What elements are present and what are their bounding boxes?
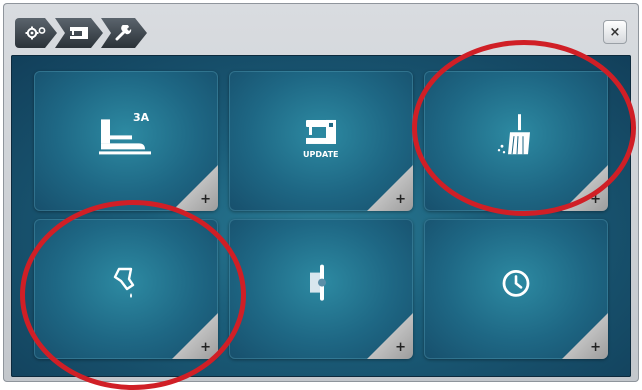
presser-foot-label: 3A (133, 111, 150, 124)
breadcrumb (15, 18, 145, 48)
tile-corner (367, 165, 413, 211)
machine-update-icon (304, 118, 338, 150)
presser-foot-icon (91, 113, 161, 159)
title-bar: × (3, 3, 639, 51)
tile-corner (367, 313, 413, 359)
sewing-machine-icon (69, 26, 89, 40)
bobbin-case-icon (306, 263, 336, 307)
settings-gears-icon (25, 26, 47, 40)
tile-corner (562, 165, 608, 211)
breadcrumb-machine[interactable] (55, 18, 103, 48)
settings-window: × 3A + UPDATE + + + + + (3, 3, 639, 382)
wrench-icon (115, 25, 133, 41)
settings-panel: 3A + UPDATE + + + + + (11, 55, 631, 377)
presser-foot-tile[interactable]: 3A + (34, 71, 218, 211)
breadcrumb-settings[interactable] (15, 18, 57, 48)
clock-tile[interactable]: + (424, 219, 608, 359)
oiling-tile[interactable]: + (34, 219, 218, 359)
plus-icon: + (200, 192, 211, 207)
breadcrumb-maintenance[interactable] (101, 18, 147, 48)
close-button[interactable]: × (603, 20, 627, 44)
update-label: UPDATE (303, 150, 339, 159)
oil-drop-icon (111, 265, 141, 305)
update-tile[interactable]: UPDATE + (229, 71, 413, 211)
tile-corner (172, 313, 218, 359)
tile-corner (562, 313, 608, 359)
plus-icon: + (395, 192, 406, 207)
clock-icon (500, 267, 532, 303)
plus-icon: + (200, 340, 211, 355)
tile-corner (172, 165, 218, 211)
cleaning-brush-icon (496, 112, 536, 160)
cleaning-tile[interactable]: + (424, 71, 608, 211)
plus-icon: + (590, 192, 601, 207)
bobbin-tile[interactable]: + (229, 219, 413, 359)
close-icon: × (609, 24, 621, 40)
plus-icon: + (590, 340, 601, 355)
plus-icon: + (395, 340, 406, 355)
